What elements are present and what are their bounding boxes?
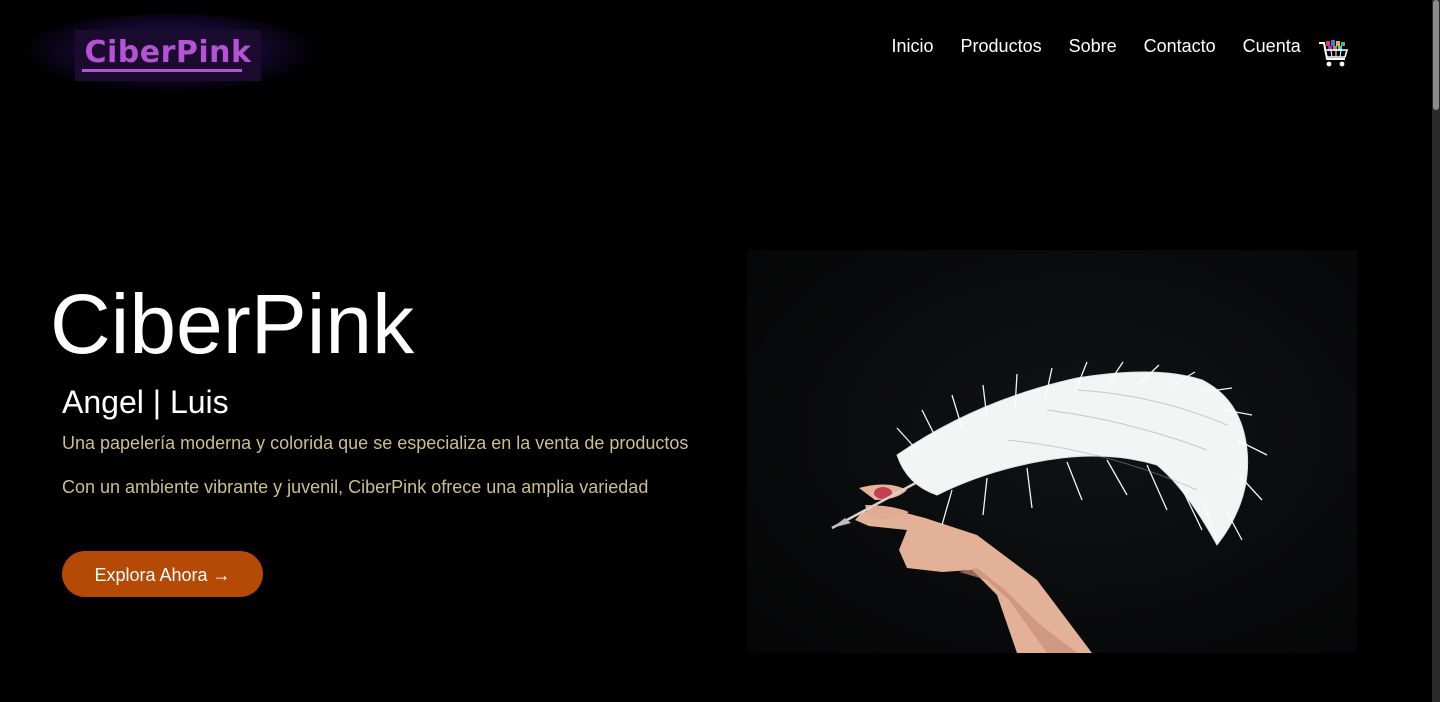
nav-link-productos[interactable]: Productos — [961, 35, 1042, 57]
logo-text[interactable]: CiberPink — [80, 33, 256, 73]
logo-underline — [82, 69, 242, 72]
feather-quill-image — [747, 250, 1357, 653]
nav-link-inicio[interactable]: Inicio — [892, 35, 934, 57]
page: CiberPink Inicio Productos Sobre Contact… — [0, 0, 1440, 702]
scrollbar-thumb[interactable] — [1433, 0, 1439, 110]
main-nav: Inicio Productos Sobre Contacto Cuenta — [878, 35, 1314, 57]
explore-now-button[interactable]: Explora Ahora → — [62, 551, 263, 597]
cart-icon[interactable] — [1318, 38, 1350, 70]
nav-link-sobre[interactable]: Sobre — [1069, 35, 1117, 57]
hero-title: CiberPink — [50, 277, 415, 371]
hero-description-1: Una papelería moderna y colorida que se … — [62, 433, 689, 453]
scrollbar[interactable] — [1432, 0, 1440, 702]
hero-description-2: Con un ambiente vibrante y juvenil, Cibe… — [62, 477, 649, 497]
nav-link-contacto[interactable]: Contacto — [1144, 35, 1216, 57]
hero-authors: Angel | Luis — [62, 384, 229, 420]
nav-link-cuenta[interactable]: Cuenta — [1243, 35, 1301, 57]
